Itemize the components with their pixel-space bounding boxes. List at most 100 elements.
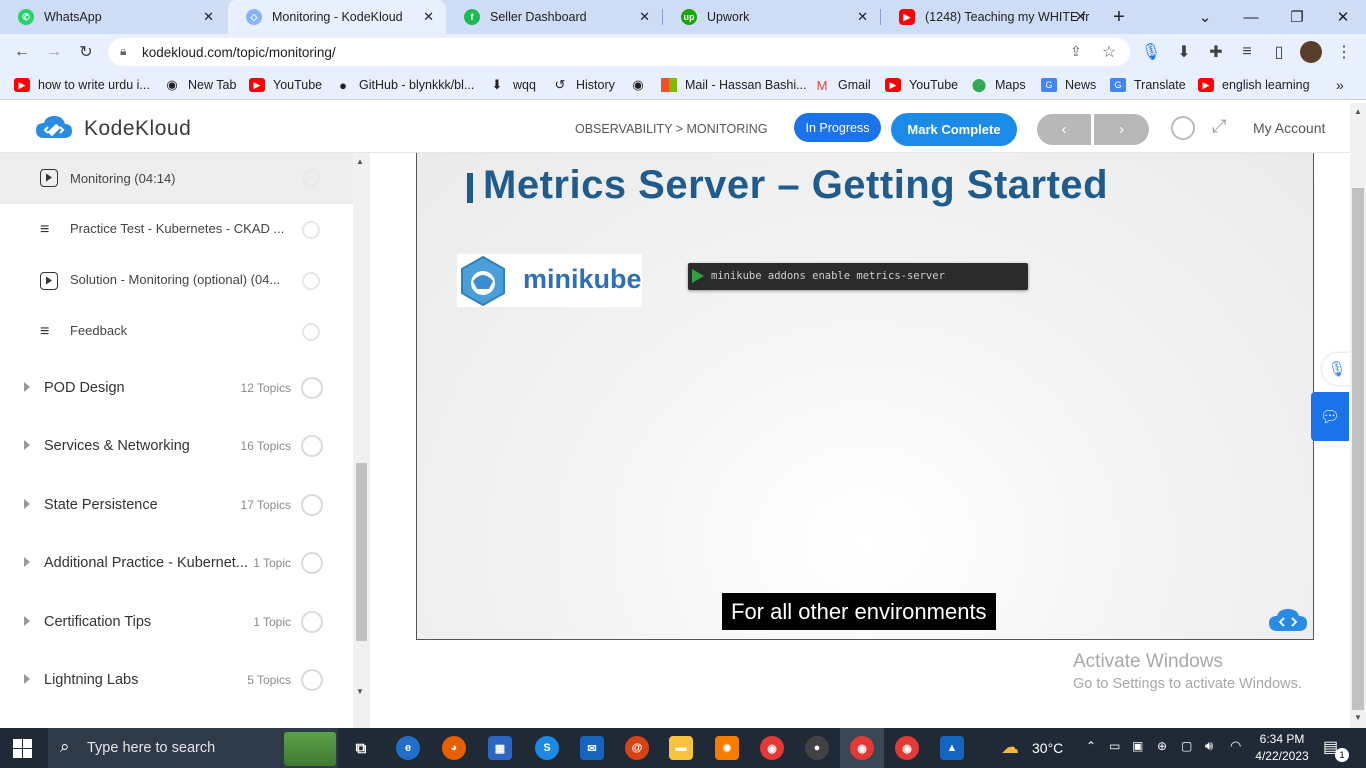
section-status-circle[interactable] [301,552,323,574]
lesson-status-circle[interactable] [302,169,320,187]
network-device-icon[interactable]: ▣ [1132,739,1143,753]
bookmark-item[interactable]: M Gmail [814,76,871,94]
windows-start-icon[interactable] [13,739,32,758]
section-services-networking[interactable]: Services & Networking 16 Topics [0,418,353,476]
close-tab-icon[interactable]: ✕ [857,9,868,25]
bookmark-item[interactable]: Mail - Hassan Bashi... [661,76,807,94]
more-bookmarks-icon[interactable]: » [1336,76,1344,94]
bookmark-item[interactable]: ● GitHub - blynkkk/bl... [335,76,474,94]
scroll-down-arrow-icon[interactable]: ▼ [1354,713,1362,722]
volume-icon[interactable]: 🔊︎ [1205,738,1213,754]
download-extension-icon[interactable]: ⬇ [1172,40,1196,64]
skype-icon[interactable]: S [535,736,559,760]
scroll-up-arrow-icon[interactable]: ▲ [356,157,364,166]
bookmark-item[interactable]: ▶ how to write urdu i... [14,76,150,94]
usb-icon[interactable]: ⊕ [1157,739,1167,753]
chrome-active-icon[interactable]: ◉ [850,736,874,760]
tab-whatsapp[interactable]: ✆ WhatsApp ✕ [0,0,226,34]
obs-icon[interactable]: ● [805,736,829,760]
battery-icon[interactable]: ▭ [1109,739,1120,753]
bookmark-item[interactable]: ◉ [630,76,654,94]
video-player[interactable]: Metrics Server – Getting Started minikub… [416,153,1314,640]
bookmark-item[interactable]: ↺ History [552,76,615,94]
edge-icon[interactable]: e [396,736,420,760]
section-state-persistence[interactable]: State Persistence 17 Topics [0,477,353,535]
taskbar-search-box[interactable]: ⌕ Type here to search [48,728,338,768]
kodekloud-logo-icon[interactable] [34,114,74,142]
lesson-item-feedback[interactable]: ≡ Feedback [0,306,353,357]
page-scrollbar[interactable]: ▲ ▼ [1350,103,1366,728]
weather-temperature[interactable]: 30°C [1032,740,1063,756]
tab-seller-dashboard[interactable]: f Seller Dashboard ✕ [446,0,662,34]
kodekloud-logo-text[interactable]: KodeKloud [84,117,191,141]
display-icon[interactable]: ▢ [1181,739,1192,753]
wifi-icon[interactable]: ◠ [1230,738,1241,754]
weather-icon[interactable]: ☁ [1001,737,1019,758]
bookmark-item[interactable]: ◉ New Tab [164,76,236,94]
forward-icon[interactable]: → [42,40,66,64]
voice-assistant-icon[interactable]: 🎙︎ [1322,353,1352,385]
firefox-icon[interactable]: ◕ [442,736,466,760]
mark-complete-button[interactable]: Mark Complete [891,113,1017,146]
task-view-icon[interactable]: ⧉ [349,736,373,760]
side-panel-icon[interactable]: ▯ [1267,40,1291,64]
section-status-circle[interactable] [301,435,323,457]
close-tab-icon[interactable]: ✕ [639,9,650,25]
lesson-item-solution[interactable]: Solution - Monitoring (optional) (04... [0,255,353,306]
section-status-circle[interactable] [301,494,323,516]
lesson-item-monitoring[interactable]: Monitoring (04:14) [0,153,353,204]
url-text[interactable]: kodekloud.com/topic/monitoring/ [142,45,336,60]
section-status-circle[interactable] [301,611,323,633]
close-tab-icon[interactable]: ✕ [1075,9,1086,25]
next-lesson-button[interactable]: › [1094,114,1149,145]
browser-menu-icon[interactable]: ⋮ [1332,40,1356,64]
extensions-puzzle-icon[interactable]: ✚ [1204,40,1228,64]
bookmark-item[interactable]: ⬇ wqq [489,76,536,94]
page-scrollbar-thumb[interactable] [1352,188,1364,710]
photos-icon[interactable]: ▲ [940,736,964,760]
lesson-status-circle[interactable] [302,221,320,239]
file-explorer-icon[interactable]: ▬ [669,736,693,760]
tab-upwork[interactable]: up Upwork ✕ [663,0,880,34]
lesson-item-practice-test[interactable]: ≡ Practice Test - Kubernetes - CKAD ... [0,204,353,255]
section-pod-design[interactable]: POD Design 12 Topics [0,360,353,418]
chrome-profile-icon[interactable]: ◉ [895,736,919,760]
tab-kodekloud[interactable]: ◇ Monitoring - KodeKloud ✕ [228,0,446,34]
section-additional-practice[interactable]: Additional Practice - Kubernet... 1 Topi… [0,535,353,593]
close-tab-icon[interactable]: ✕ [203,9,214,25]
new-tab-button[interactable]: + [1097,0,1141,34]
previous-lesson-button[interactable]: ‹ [1037,114,1091,145]
bookmark-item[interactable]: G Translate [1110,76,1186,94]
my-account-link[interactable]: My Account [1253,120,1325,136]
share-icon[interactable]: ⇪ [1070,43,1082,60]
lesson-status-circle[interactable] [302,323,320,341]
close-window-icon[interactable]: ✕ [1320,0,1366,34]
back-icon[interactable]: ← [10,40,34,64]
bookmark-item[interactable]: ▶ english learning [1198,76,1310,94]
fullscreen-icon[interactable]: ⤢ [1212,116,1226,137]
clock-date[interactable]: 4/22/2023 [1252,749,1312,763]
tab-search-chevron-icon[interactable]: ⌄ [1182,0,1228,34]
sidebar-scrollbar-thumb[interactable] [356,463,367,641]
breadcrumb[interactable]: OBSERVABILITY > MONITORING [575,122,768,136]
scroll-down-arrow-icon[interactable]: ▼ [356,687,364,696]
address-bar[interactable]: 🔒︎ kodekloud.com/topic/monitoring/ ⇪ ☆ [108,38,1130,66]
store-icon[interactable]: ▦ [488,736,512,760]
show-hidden-icons-icon[interactable]: ⌃ [1086,739,1096,753]
sidebar-scrollbar[interactable]: ▲ ▼ [353,153,370,728]
dark-mode-toggle-icon[interactable] [1171,116,1195,140]
bookmark-item[interactable]: G News [1041,76,1096,94]
section-certification-tips[interactable]: Certification Tips 1 Topic [0,594,353,652]
scroll-up-arrow-icon[interactable]: ▲ [1354,107,1362,116]
lesson-status-circle[interactable] [302,272,320,290]
section-status-circle[interactable] [301,669,323,691]
profile-avatar[interactable] [1300,41,1322,63]
bookmark-item[interactable]: ⬤ Maps [971,76,1026,94]
media-control-icon[interactable]: ≡ [1235,40,1259,64]
settings-gear-icon[interactable]: ✹ [715,736,739,760]
close-tab-icon[interactable]: ✕ [423,9,434,25]
bookmark-item[interactable]: ▶ YouTube [885,76,958,94]
section-lightning-labs[interactable]: Lightning Labs 5 Topics [0,652,353,710]
reload-icon[interactable]: ↻ [74,40,98,64]
bookmark-item[interactable]: ▶ YouTube [249,76,322,94]
